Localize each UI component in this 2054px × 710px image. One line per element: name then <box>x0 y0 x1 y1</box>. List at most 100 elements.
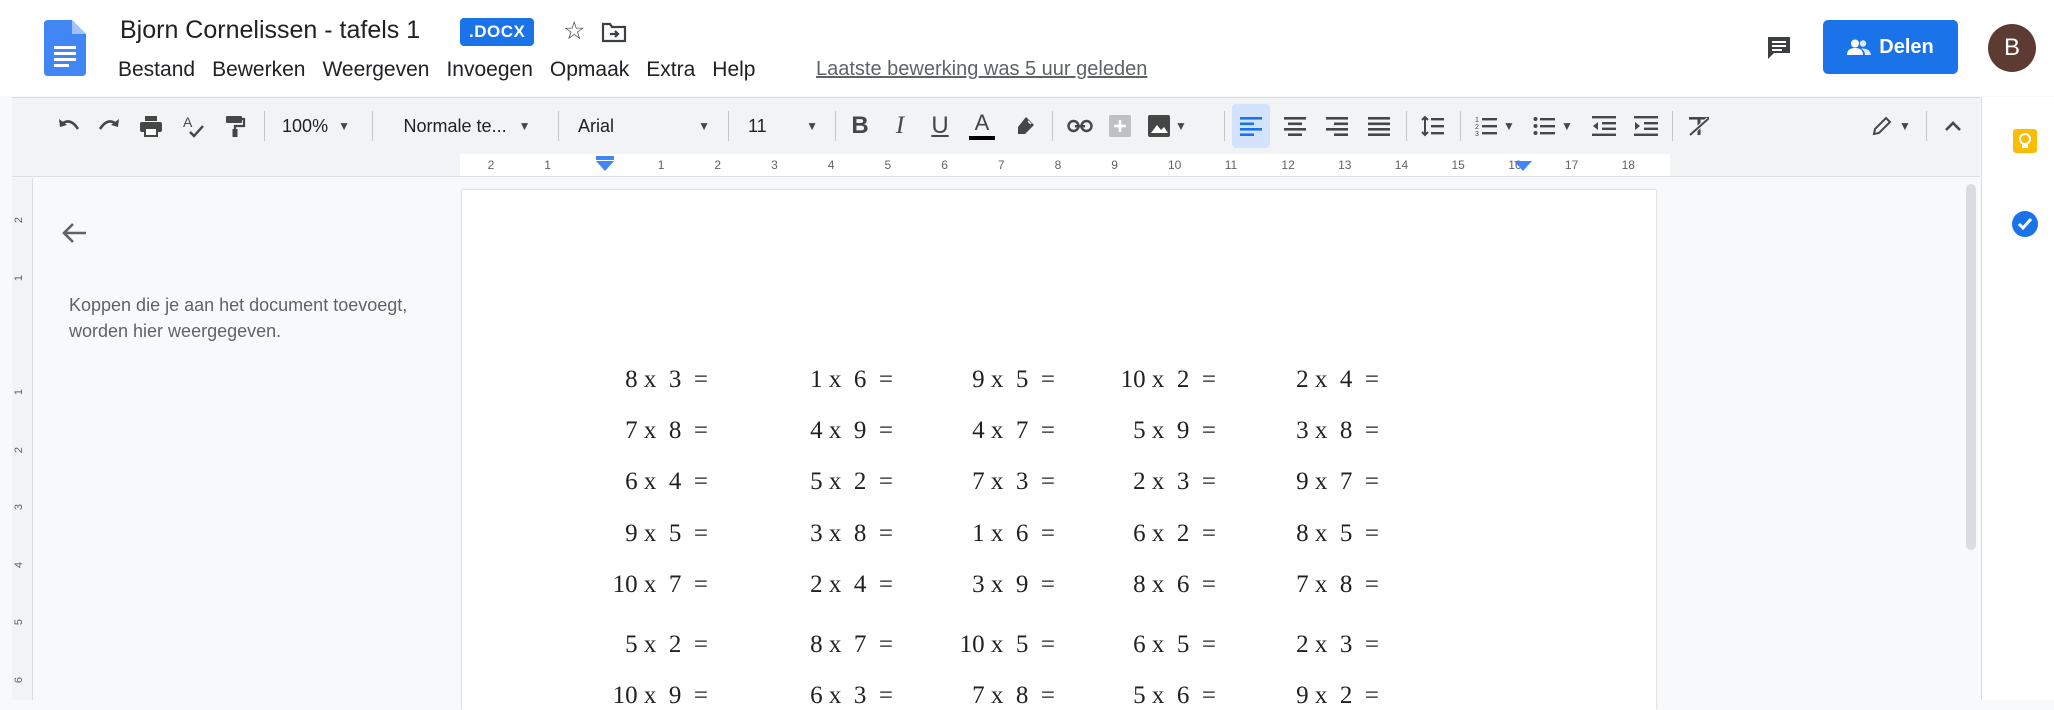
insert-image-button[interactable]: ▼ <box>1142 98 1192 154</box>
ruler-label: 4 <box>827 158 835 172</box>
ruler-label: 18 <box>1621 158 1635 172</box>
scrollbar-thumb[interactable] <box>1966 184 1976 550</box>
decrease-indent-icon[interactable] <box>1586 98 1622 154</box>
svg-text:A: A <box>183 114 193 130</box>
vertical-ruler-label: 1 <box>13 388 26 396</box>
increase-indent-icon[interactable] <box>1628 98 1664 154</box>
zoom-dropdown[interactable]: 100% ▼ <box>274 98 358 154</box>
menu-bewerken[interactable]: Bewerken <box>212 58 305 82</box>
add-comment-icon[interactable] <box>1102 98 1138 154</box>
equation-cell: 5 x 9 = <box>1133 417 1216 444</box>
outline-empty-text: Koppen die je aan het document toevoegt,… <box>69 295 408 341</box>
vertical-ruler-label: 2 <box>13 446 26 454</box>
ruler-label: 1 <box>544 158 551 172</box>
zoom-value: 100% <box>282 115 329 136</box>
font-value: Arial <box>578 115 615 136</box>
style-dropdown[interactable]: Normale te... ▼ <box>384 98 550 154</box>
vertical-ruler-label: 6 <box>13 676 26 684</box>
image-icon <box>1148 115 1171 137</box>
left-indent-marker[interactable] <box>596 161 614 171</box>
back-arrow-icon[interactable] <box>60 218 90 253</box>
equation-cell: 2 x 4 = <box>1296 366 1379 393</box>
text-color-button[interactable]: A <box>962 98 1002 154</box>
ruler-label: 14 <box>1394 158 1409 172</box>
vertical-ruler[interactable]: 2 1 1 2 3 4 5 6 <box>12 178 33 700</box>
font-dropdown[interactable]: Arial ▼ <box>568 98 720 154</box>
equation-cell: 5 x 2 = <box>625 631 708 658</box>
highlight-icon[interactable] <box>1006 98 1044 154</box>
justify-icon[interactable] <box>1360 98 1398 154</box>
horizontal-ruler[interactable]: 2 1 1 2 3 4 5 6 7 8 9 10 11 12 13 14 15 16 17 18 <box>12 154 1980 177</box>
ruler-label: 15 <box>1451 158 1465 172</box>
chevron-down-icon: ▼ <box>338 119 350 133</box>
undo-icon[interactable] <box>52 98 86 154</box>
tasks-icon[interactable] <box>2011 210 2039 243</box>
font-size-dropdown[interactable]: 11 ▼ <box>738 98 828 154</box>
ruler-label: 3 <box>771 158 778 172</box>
avatar[interactable]: B <box>1988 24 2036 72</box>
equation-cell: 9 x 2 = <box>1296 682 1379 709</box>
docs-logo-icon[interactable] <box>44 20 86 76</box>
equation-cell: 4 x 7 = <box>972 417 1055 444</box>
document-title[interactable]: Bjorn Cornelissen - tafels 1 <box>120 16 420 45</box>
equation-cell: 6 x 3 = <box>810 682 893 709</box>
keep-icon[interactable] <box>2012 128 2038 159</box>
chevron-down-icon: ▼ <box>1175 119 1187 133</box>
share-button[interactable]: Delen <box>1823 20 1958 74</box>
svg-text:2: 2 <box>1475 124 1479 131</box>
menu-extra[interactable]: Extra <box>646 58 695 82</box>
equation-cell: 2 x 4 = <box>810 571 893 598</box>
equation-cell: 10 x 5 = <box>959 631 1055 658</box>
svg-text:1: 1 <box>1475 117 1479 124</box>
clear-formatting-icon[interactable] <box>1680 98 1718 154</box>
menu-help[interactable]: Help <box>712 58 755 82</box>
last-edit-link[interactable]: Laatste bewerking was 5 uur geleden <box>816 58 1147 81</box>
right-indent-marker[interactable] <box>1514 161 1532 171</box>
menu-opmaak[interactable]: Opmaak <box>550 58 629 82</box>
menu-bestand[interactable]: Bestand <box>118 58 195 82</box>
ruler-label: 11 <box>1224 158 1238 172</box>
equation-cell: 10 x 2 = <box>1120 366 1216 393</box>
ruler-label: 9 <box>1111 158 1118 172</box>
equation-cell: 8 x 7 = <box>810 631 893 658</box>
chevron-down-icon: ▼ <box>806 119 818 133</box>
numbered-list-button[interactable]: 123 ▼ <box>1468 98 1522 154</box>
align-center-icon[interactable] <box>1276 98 1314 154</box>
line-spacing-icon[interactable] <box>1414 98 1452 154</box>
redo-icon[interactable] <box>92 98 126 154</box>
numbered-list-icon: 123 <box>1475 117 1498 137</box>
first-line-indent-marker[interactable] <box>596 156 614 160</box>
align-left-icon[interactable] <box>1232 104 1270 148</box>
bulleted-list-button[interactable]: ▼ <box>1526 98 1580 154</box>
side-panel <box>1981 97 2054 700</box>
star-icon[interactable]: ☆ <box>563 16 585 46</box>
align-right-icon[interactable] <box>1318 98 1356 154</box>
ruler-label: 6 <box>941 158 948 172</box>
equation-cell: 7 x 8 = <box>1296 571 1379 598</box>
comments-icon[interactable] <box>1765 34 1793 67</box>
ruler-label: 1 <box>657 158 665 172</box>
print-icon[interactable] <box>134 98 168 154</box>
collapse-menu-icon[interactable] <box>1934 98 1972 154</box>
document-page[interactable]: 8 x 3 = 1 x 6 = 9 x 5 = 10 x 2 = 2 x 4 = 7 x … <box>462 190 1656 710</box>
equation-cell: 6 x 4 = <box>625 468 708 495</box>
underline-button[interactable]: U <box>922 98 958 154</box>
vertical-ruler-label: 1 <box>13 274 26 282</box>
toolbar: A 100% ▼ Normale te... ▼ Arial ▼ 11 ▼ B I U … <box>12 97 1980 154</box>
ruler-label: 17 <box>1564 158 1579 172</box>
paint-format-icon[interactable] <box>218 98 252 154</box>
move-to-folder-icon[interactable] <box>601 21 627 48</box>
equation-cell: 7 x 3 = <box>972 468 1055 495</box>
ruler-label: 12 <box>1281 158 1295 172</box>
menu-invoegen[interactable]: Invoegen <box>446 58 532 82</box>
menu-weergeven[interactable]: Weergeven <box>322 58 429 82</box>
italic-button[interactable]: I <box>882 98 918 154</box>
spellcheck-icon[interactable]: A <box>176 98 210 154</box>
text-color-letter: A <box>974 110 990 135</box>
equation-cell: 3 x 9 = <box>972 571 1055 598</box>
link-icon[interactable] <box>1062 98 1098 154</box>
bold-button[interactable]: B <box>842 98 878 154</box>
equation-cell: 2 x 3 = <box>1133 468 1216 495</box>
editing-mode-button[interactable]: ▼ <box>1864 98 1918 154</box>
chevron-down-icon: ▼ <box>1561 119 1573 133</box>
